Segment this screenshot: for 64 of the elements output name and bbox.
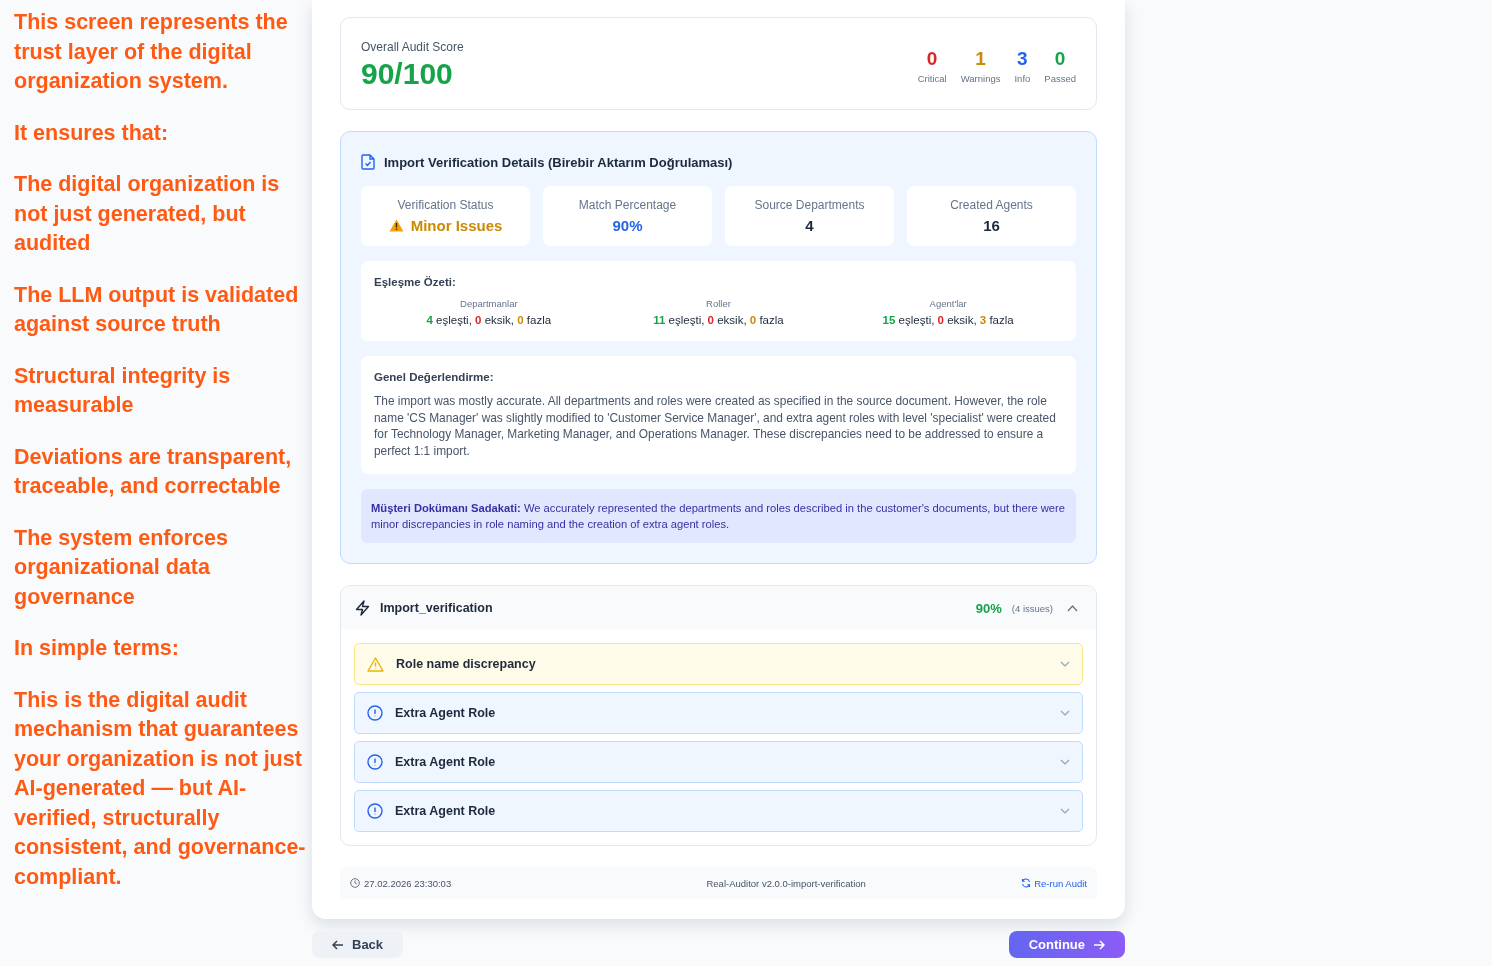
info-icon	[367, 705, 383, 721]
match-counts: 15 eşleşti, 0 eksik, 3 fazla	[882, 314, 1014, 326]
chevron-icon	[1060, 759, 1070, 765]
chevron-icon	[1060, 710, 1070, 716]
count-value: 3	[1017, 47, 1028, 70]
metric-value: 4	[805, 217, 814, 234]
info-icon	[367, 754, 383, 770]
lightning-icon	[355, 600, 370, 616]
group-label: Agent'lar	[929, 298, 967, 309]
warning-icon	[388, 219, 404, 232]
count-label: Info	[1014, 72, 1031, 84]
count-value: 0	[926, 47, 938, 70]
count-label: Critical	[917, 72, 947, 84]
metric-label: Created Agents	[950, 198, 1033, 212]
chevron-icon	[1067, 604, 1078, 612]
issue-row[interactable]: Extra Agent Role	[354, 692, 1083, 734]
annotation-text: In simple terms:	[14, 635, 180, 662]
rerun-link[interactable]: Re-run Audit	[1021, 877, 1087, 889]
match-counts: 11 eşleşti, 0 eksik, 0 fazla	[653, 314, 784, 326]
issue-row[interactable]: Extra Agent Role	[354, 790, 1083, 832]
arrow-right-icon	[1093, 939, 1105, 950]
refresh-icon	[1021, 878, 1032, 888]
version-label: Real-Auditor v2.0.0-import-verification	[706, 877, 866, 889]
annotation-text: Structural integrity is measurable	[14, 362, 232, 419]
count-value: 0	[1054, 47, 1066, 70]
issue-row[interactable]: Extra Agent Role	[354, 741, 1083, 783]
match-counts: 4 eşleşti, 0 eksik, 0 fazla	[426, 314, 552, 326]
assessment-title: Genel Değerlendirme:	[374, 371, 495, 383]
annotation-text: The LLM output is validated against source truth	[14, 281, 300, 338]
chevron-icon	[1060, 661, 1070, 667]
group-label: Roller	[706, 298, 731, 309]
issue-row[interactable]: Role name discrepancy	[354, 643, 1083, 685]
timestamp: 27.02.2026 23:30:03	[364, 877, 452, 889]
metric-value: 90%	[612, 217, 643, 234]
metric-label: Match Percentage	[578, 198, 677, 212]
arrow-left-icon	[332, 939, 344, 950]
count-label: Warnings	[960, 72, 1001, 84]
annotation-text: It ensures that:	[14, 119, 170, 147]
annotation-text: This screen represents the trust layer of the digital organization system.	[14, 9, 289, 95]
metric-value: Minor Issues	[410, 217, 503, 234]
annotation-text: The digital organization is not just generated, but audited	[14, 171, 281, 257]
score-label: Overall Audit Score	[361, 40, 464, 54]
document-check-icon	[361, 154, 375, 170]
score-value: 90/100	[361, 57, 454, 91]
annotation-text: This is the digital audit mechanism that guarantees your organization is not just AI-generated — but AI-verified, structurally consistent, and governance-compliant.	[14, 686, 307, 891]
section-header[interactable]: Import_verification 90% (4 issues)	[341, 586, 1096, 629]
continue-button[interactable]: Continue	[1008, 931, 1125, 958]
warning-icon	[367, 656, 384, 672]
fidelity-note: Müşteri Dokümanı Sadakati: We accurately represented the departments and roles described in the customer's documents, but there were minor discrepancies in role naming and the creation of extra agent roles.	[361, 489, 1076, 543]
count-label: Passed	[1044, 72, 1076, 84]
chevron-icon	[1060, 808, 1070, 814]
metric-label: Verification Status	[397, 198, 494, 212]
assessment-text: The import was mostly accurate. All departments and roles were created as specified in the source document. However, the role name 'CS Manager' was slightly modified to 'Customer Service Manager', and extra agent roles with level 'specialist' were created for Technology Manager, Marketing Manager, and Operations Manager. These discrepancies need to be addressed to ensure a perfect 1:1 import.	[374, 393, 1057, 459]
annotation-text: Deviations are transparent, traceable, and correctable	[14, 443, 293, 500]
annotation-text: The system enforces organizational data governance	[14, 524, 229, 611]
back-button[interactable]: Back	[312, 931, 404, 958]
metric-label: Source Departments	[754, 198, 865, 212]
summary-title: Eşleşme Özeti:	[374, 276, 457, 288]
metric-value: 16	[983, 217, 1000, 234]
group-label: Departmanlar	[460, 298, 518, 309]
info-icon	[367, 803, 383, 819]
clock-icon	[350, 878, 360, 888]
count-value: 1	[975, 47, 986, 70]
details-title: Import Verification Details (Birebir Aktarım Doğrulaması)	[384, 154, 733, 170]
